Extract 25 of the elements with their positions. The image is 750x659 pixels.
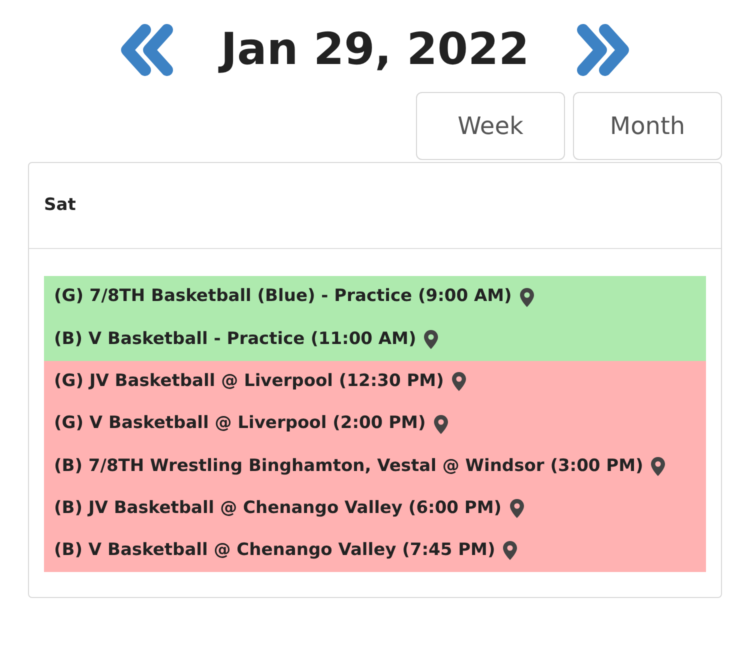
location-pin-icon[interactable]	[503, 541, 518, 560]
location-pin-icon[interactable]	[434, 414, 448, 434]
event-title: (G) JV Basketball @ Liverpool (12:30 PM)	[54, 370, 444, 393]
event-row[interactable]: (B) 7/8TH Wrestling Binghamton, Vestal @ Windsor (3:00 PM)	[44, 445, 706, 488]
event-row[interactable]: (G) 7/8TH Basketball (Blue) - Practice (9:00 AM)	[44, 276, 706, 318]
event-title: (B) 7/8TH Wrestling Binghamton, Vestal @ Windsor (3:00 PM)	[54, 454, 644, 478]
event-title: (G) 7/8TH Basketball (Blue) - Practice (9:00 AM)	[54, 285, 512, 308]
event-row[interactable]: (B) V Basketball @ Chenango Valley (7:45 PM)	[44, 530, 706, 572]
event-title: (G) V Basketball @ Liverpool (2:00 PM)	[54, 412, 426, 436]
event-row[interactable]: (B) V Basketball - Practice (11:00 AM)	[44, 318, 706, 361]
date-title: Jan 29, 2022	[220, 17, 530, 83]
location-pin-icon[interactable]	[520, 288, 534, 307]
event-title: (B) V Basketball - Practice (11:00 AM)	[54, 328, 416, 351]
location-pin-icon[interactable]	[510, 499, 524, 518]
day-header: Sat	[29, 163, 721, 249]
location-pin-icon[interactable]	[651, 456, 666, 476]
event-title: (B) V Basketball @ Chenango Valley (7:45 PM)	[54, 539, 496, 562]
view-button[interactable]: Week	[416, 92, 565, 160]
location-pin-icon[interactable]	[424, 330, 438, 349]
event-title: (B) JV Basketball @ Chenango Valley (6:00 PM)	[54, 496, 502, 520]
location-pin-icon[interactable]	[452, 372, 466, 392]
event-row[interactable]: (G) JV Basketball @ Liverpool (12:30 PM)	[44, 360, 706, 403]
event-row[interactable]: (B) JV Basketball @ Chenango Valley (6:00 PM)	[44, 487, 706, 530]
view-button[interactable]: Month	[573, 92, 722, 160]
event-row[interactable]: (G) V Basketball @ Liverpool (2:00 PM)	[44, 402, 706, 446]
